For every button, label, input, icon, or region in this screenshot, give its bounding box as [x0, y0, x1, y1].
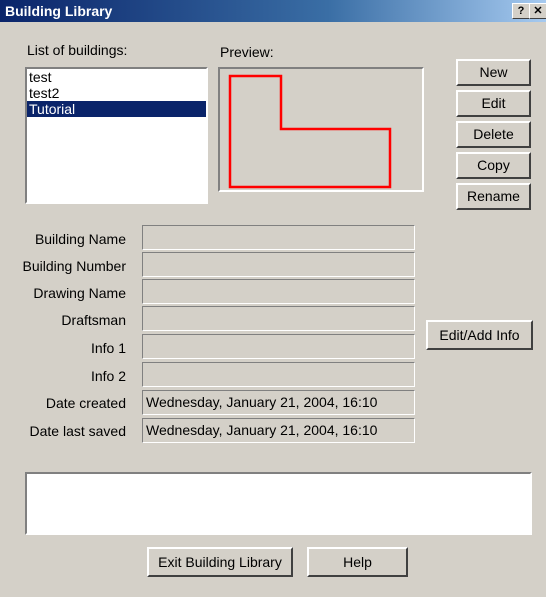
preview-pane: [218, 67, 424, 192]
window-title: Building Library: [5, 3, 113, 19]
rename-button[interactable]: Rename: [456, 183, 531, 210]
close-icon[interactable]: ✕: [529, 3, 546, 19]
drawing-name-field: [142, 279, 415, 304]
list-item[interactable]: test: [27, 69, 206, 85]
info-2-field: [142, 362, 415, 387]
drawing-name-label: Drawing Name: [33, 285, 126, 301]
help-icon[interactable]: ?: [512, 3, 530, 19]
list-item-selected[interactable]: Tutorial: [27, 101, 206, 117]
building-name-label: Building Name: [34, 231, 126, 247]
info-1-field: [142, 334, 415, 359]
date-created-label: Date created: [45, 395, 126, 411]
help-button[interactable]: Help: [307, 547, 408, 577]
copy-button[interactable]: Copy: [456, 152, 531, 179]
edit-button[interactable]: Edit: [456, 90, 531, 117]
list-item[interactable]: test2: [27, 85, 206, 101]
date-created-field: Wednesday, January 21, 2004, 16:10: [142, 390, 415, 415]
date-last-saved-field: Wednesday, January 21, 2004, 16:10: [142, 418, 415, 443]
draftsman-label: Draftsman: [61, 312, 126, 328]
buildings-listbox[interactable]: test test2 Tutorial: [25, 67, 208, 204]
building-outline: [228, 74, 392, 189]
info-1-label: Info 1: [90, 340, 126, 356]
building-outline-preview: [228, 74, 392, 189]
building-number-field: [142, 252, 415, 277]
new-button[interactable]: New: [456, 59, 531, 86]
edit-add-info-button[interactable]: Edit/Add Info: [426, 320, 533, 350]
building-number-label: Building Number: [22, 258, 127, 274]
list-label: List of buildings:: [27, 42, 128, 58]
building-name-field: [142, 225, 415, 250]
date-last-saved-label: Date last saved: [29, 423, 127, 439]
preview-label: Preview:: [220, 44, 274, 60]
draftsman-field: [142, 306, 415, 331]
exit-building-library-button[interactable]: Exit Building Library: [147, 547, 293, 577]
title-bar: Building Library ? ✕: [0, 0, 546, 22]
delete-button[interactable]: Delete: [456, 121, 531, 148]
status-box: [25, 472, 532, 535]
info-2-label: Info 2: [90, 368, 126, 384]
